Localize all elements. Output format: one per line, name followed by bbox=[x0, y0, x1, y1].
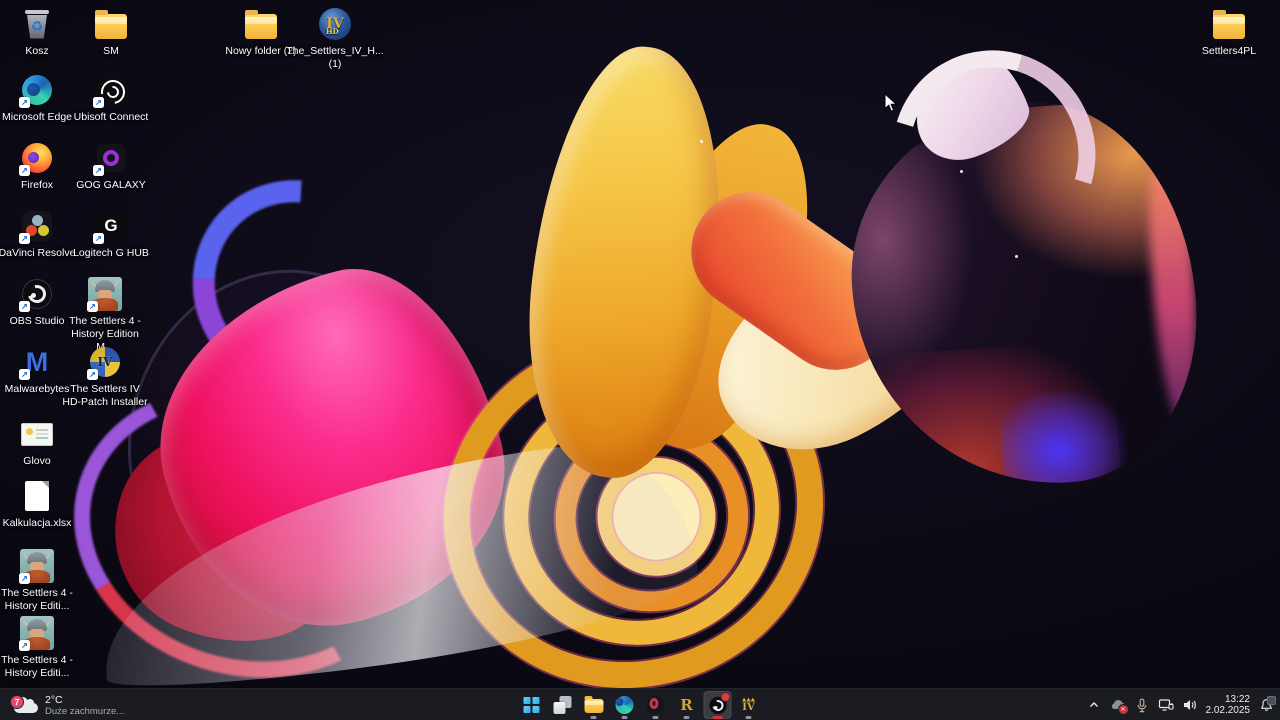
settlers-iv-icon: IV bbox=[739, 695, 759, 715]
weather-temp: 2°C bbox=[45, 693, 63, 706]
icon-label: Kosz bbox=[25, 45, 49, 57]
clock-time: 13:22 bbox=[1224, 693, 1250, 705]
icon-label: The Settlers 4 - History Editi... bbox=[1, 587, 73, 612]
desktop-icon-gog-galaxy[interactable]: ↗ GOG GALAXY bbox=[68, 140, 154, 192]
task-view-icon bbox=[553, 696, 572, 714]
file-explorer-button[interactable] bbox=[580, 691, 608, 719]
desktop-screen: ♻ Kosz ↗ Microsoft Edge ↗ Firefox ↗ DaVi… bbox=[0, 0, 1280, 720]
desktop-icon-settlers-iv-hd-file[interactable]: IV HD The_Settlers_IV_H... (1) bbox=[283, 6, 387, 71]
desktop-icon-settlers4-history-1[interactable]: ↗ The Settlers 4 - History Editi... bbox=[0, 548, 80, 613]
icon-label: OBS Studio bbox=[9, 315, 65, 327]
icon-label: Settlers4PL bbox=[1201, 45, 1257, 57]
icon-label-line2: (1) bbox=[328, 58, 342, 70]
desktop-icon-settlers4pl[interactable]: Settlers4PL bbox=[1186, 6, 1272, 58]
icon-label: GOG GALAXY bbox=[76, 179, 146, 191]
edge-icon bbox=[615, 696, 634, 714]
weather-badge: 7 bbox=[10, 695, 24, 709]
icon-label: DaVinci Resolve bbox=[0, 247, 76, 259]
document-icon bbox=[25, 481, 49, 511]
shortcut-arrow-icon: ↗ bbox=[87, 301, 98, 312]
shortcut-arrow-icon: ↗ bbox=[93, 233, 104, 244]
running-indicator bbox=[621, 716, 628, 719]
icon-label: Ubisoft Connect bbox=[73, 111, 149, 123]
wallpaper bbox=[0, 0, 1280, 720]
hidden-icons-chevron[interactable] bbox=[1086, 697, 1102, 713]
desktop-icon-settlers4-history-2[interactable]: ↗ The Settlers 4 - History Editi... bbox=[0, 615, 80, 680]
clock[interactable]: 13:22 2.02.2025 bbox=[1206, 694, 1251, 717]
obs-studio-button[interactable] bbox=[703, 691, 732, 719]
folder-icon bbox=[95, 10, 127, 39]
wallpaper-vignette bbox=[0, 0, 1280, 720]
volume-tray-icon[interactable] bbox=[1182, 697, 1198, 713]
shortcut-arrow-icon: ↗ bbox=[93, 165, 104, 176]
icon-label: Firefox bbox=[20, 179, 54, 191]
ethernet-network-icon bbox=[1158, 699, 1174, 711]
windows-logo-icon bbox=[523, 697, 540, 713]
settlers-iv-button[interactable]: IV bbox=[735, 691, 763, 719]
chevron-up-icon bbox=[1089, 702, 1098, 707]
speaker-icon bbox=[1183, 700, 1196, 710]
shortcut-arrow-icon: ↗ bbox=[93, 97, 104, 108]
r-app-button[interactable]: R bbox=[673, 691, 701, 719]
start-button[interactable] bbox=[518, 691, 546, 719]
onedrive-tray-icon[interactable]: ✕ bbox=[1110, 697, 1129, 715]
folder-icon bbox=[1213, 10, 1245, 39]
task-view-button[interactable] bbox=[549, 691, 577, 719]
taskbar-center: R IV bbox=[518, 689, 763, 720]
weather-cloud-icon: 7 bbox=[10, 695, 38, 713]
running-indicator bbox=[745, 716, 752, 719]
notification-bell[interactable] bbox=[1258, 696, 1276, 713]
shortcut-arrow-icon: ↗ bbox=[19, 97, 30, 108]
recycle-bin-icon: ♻ bbox=[25, 9, 49, 39]
folder-icon bbox=[245, 10, 277, 39]
taskbar: 7 2°C Duże zachmurze... R IV ✕ 13:22 2.0… bbox=[0, 688, 1280, 720]
opera-gx-button[interactable] bbox=[642, 691, 670, 719]
icon-label: Glovo bbox=[23, 455, 51, 467]
shortcut-arrow-icon: ↗ bbox=[19, 369, 30, 380]
desktop-icon-kalkulacja[interactable]: Kalkulacja.xlsx bbox=[0, 478, 80, 530]
icon-label: The Settlers 4 - History Editi... bbox=[1, 654, 73, 679]
icon-label: SM bbox=[103, 45, 119, 57]
microphone-tray-icon[interactable] bbox=[1134, 697, 1150, 713]
microphone-icon bbox=[1137, 698, 1146, 712]
notification-badge bbox=[1267, 696, 1276, 705]
image-file-icon bbox=[21, 422, 53, 446]
shortcut-arrow-icon: ↗ bbox=[19, 165, 30, 176]
desktop-icon-logitech-g-hub[interactable]: G ↗ Logitech G HUB bbox=[68, 208, 154, 260]
opera-gx-icon bbox=[646, 696, 665, 714]
icon-label: The Settlers IV HD-Patch Installer bbox=[62, 383, 148, 408]
running-indicator bbox=[590, 716, 597, 719]
icon-label: Microsoft Edge bbox=[1, 111, 73, 123]
weather-widget[interactable]: 7 2°C Duże zachmurze... bbox=[8, 689, 130, 720]
desktop-icon-glovo[interactable]: Glovo bbox=[0, 416, 80, 468]
obs-recording-dot bbox=[720, 692, 731, 702]
mouse-cursor bbox=[884, 93, 898, 112]
shortcut-arrow-icon: ↗ bbox=[19, 573, 30, 584]
system-tray: ✕ 13:22 2.02.2025 bbox=[1086, 689, 1276, 720]
icon-label: The_Settlers_IV_H... bbox=[286, 45, 384, 57]
shortcut-arrow-icon: ↗ bbox=[19, 233, 30, 244]
desktop-icon-settlers-hd-patch[interactable]: IV ↗ The Settlers IV HD-Patch Installer bbox=[62, 344, 148, 409]
icon-label: Kalkulacja.xlsx bbox=[2, 517, 72, 529]
shortcut-arrow-icon: ↗ bbox=[19, 640, 30, 651]
desktop-icon-ubisoft-connect[interactable]: ↗ Ubisoft Connect bbox=[68, 72, 154, 124]
network-tray-icon[interactable] bbox=[1158, 697, 1174, 713]
running-indicator bbox=[683, 716, 690, 719]
icon-label: Logitech G HUB bbox=[73, 247, 149, 259]
settlers-iv-hd-icon: IV HD bbox=[319, 8, 351, 40]
icon-label: Malwarebytes bbox=[4, 383, 70, 395]
error-badge-icon: ✕ bbox=[1117, 704, 1129, 715]
shortcut-arrow-icon: ↗ bbox=[87, 369, 98, 380]
weather-condition: Duże zachmurze... bbox=[45, 705, 125, 717]
running-indicator-active bbox=[712, 716, 723, 719]
running-indicator bbox=[652, 716, 659, 719]
r-app-icon: R bbox=[680, 696, 693, 714]
desktop-icon-settlers4-history-mod[interactable]: ↗ The Settlers 4 - History Edition M... bbox=[62, 276, 148, 354]
file-explorer-icon bbox=[584, 696, 603, 713]
clock-date: 2.02.2025 bbox=[1205, 705, 1251, 716]
edge-taskbar-button[interactable] bbox=[611, 691, 639, 719]
desktop-icon-sm[interactable]: SM bbox=[68, 6, 154, 58]
shortcut-arrow-icon: ↗ bbox=[19, 301, 30, 312]
